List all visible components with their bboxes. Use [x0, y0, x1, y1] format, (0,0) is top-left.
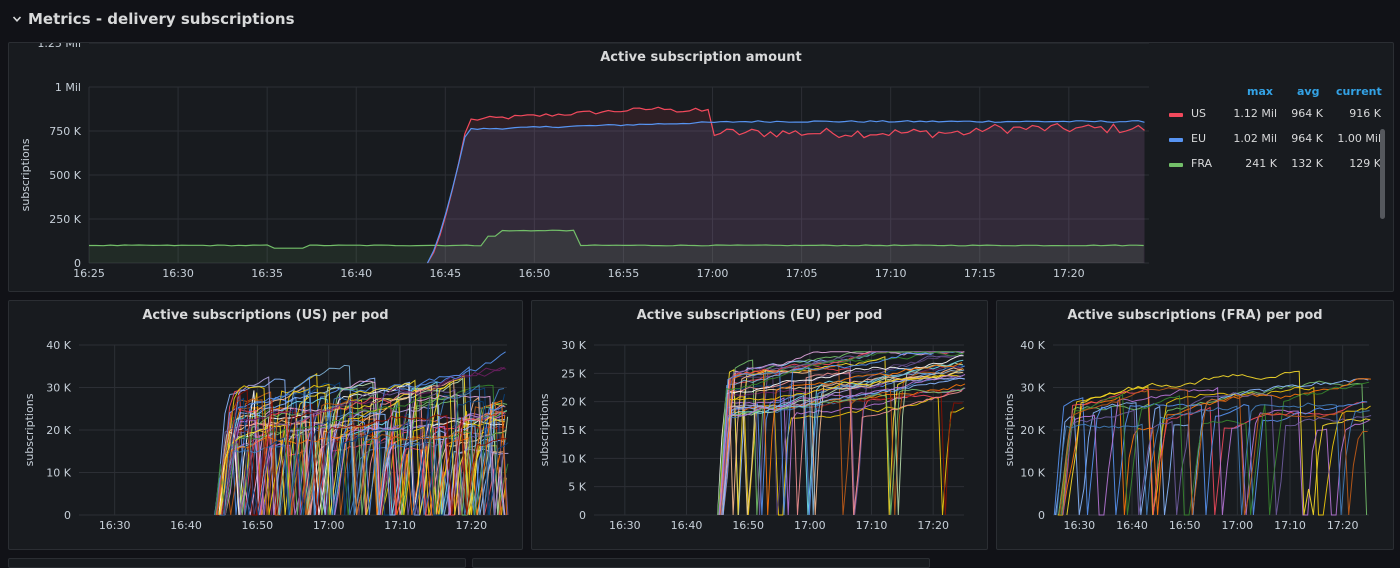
- legend-current: 916 K: [1349, 107, 1381, 120]
- legend-name: EU: [1191, 132, 1207, 145]
- panel-eu-per-pod[interactable]: Active subscriptions (EU) per pod 30 K 25…: [531, 300, 988, 550]
- legend-color-fra: [1169, 163, 1183, 167]
- legend-avg: 964 K: [1291, 107, 1323, 120]
- x-tick-label: 17:00: [697, 267, 729, 280]
- y-tick-label: 5 K: [568, 481, 586, 494]
- panel-active-subscription-amount[interactable]: Active subscription amount 1.25 Mil 1 Mil…: [8, 42, 1394, 292]
- x-tick-label: 16:35: [251, 267, 283, 280]
- eu-pod-graph: 30 K 25 K 20 K 15 K 10 K 5 K 0 16:30 16:40 16:50 1…: [538, 339, 966, 532]
- legend-name: US: [1191, 107, 1207, 120]
- legend-item-us[interactable]: US 1.12 Mil 964 K 916 K: [1169, 107, 1381, 125]
- x-tick-label: 16:45: [429, 267, 461, 280]
- y-tick-label: 40 K: [1020, 339, 1045, 352]
- y-tick-label: 10 K: [46, 467, 71, 480]
- chevron-down-icon: [12, 16, 22, 22]
- legend-current: 129 K: [1349, 157, 1381, 170]
- legend-header-max[interactable]: max: [1247, 85, 1273, 98]
- y-tick-label: 20 K: [1020, 424, 1045, 437]
- legend-max: 1.12 Mil: [1233, 107, 1277, 120]
- row-header[interactable]: Metrics - delivery subscriptions: [12, 8, 295, 30]
- y-tick-label: 750 K: [49, 125, 81, 138]
- panel-stub: [472, 558, 930, 568]
- y-tick-label: 10 K: [1020, 467, 1045, 480]
- x-tick-label: 16:30: [609, 519, 641, 532]
- x-tick-label: 16:55: [608, 267, 640, 280]
- legend-header-avg[interactable]: avg: [1297, 85, 1319, 98]
- y-tick-label: 0: [64, 509, 71, 522]
- x-tick-label: 17:00: [1221, 519, 1253, 532]
- row-title: Metrics - delivery subscriptions: [28, 10, 295, 28]
- x-tick-label: 16:25: [73, 267, 105, 280]
- x-tick-label: 16:30: [1063, 519, 1095, 532]
- legend-color-us: [1169, 113, 1183, 117]
- y-tick-label: 250 K: [49, 213, 81, 226]
- y-tick-label: 0: [1038, 509, 1045, 522]
- x-tick-label: 17:10: [856, 519, 888, 532]
- main-graph: 1.25 Mil1 Mil750 K500 K250 K016:25 16:30 1…: [19, 43, 1149, 280]
- x-tick-label: 16:40: [1116, 519, 1148, 532]
- legend-max: 1.02 Mil: [1233, 132, 1277, 145]
- y-tick-label: 40 K: [46, 339, 71, 352]
- y-tick-label: 20 K: [46, 424, 71, 437]
- x-tick-label: 16:50: [241, 519, 273, 532]
- x-tick-label: 17:00: [313, 519, 345, 532]
- panel-us-per-pod[interactable]: Active subscriptions (US) per pod 40 K 30…: [8, 300, 523, 550]
- x-tick-label: 16:50: [1169, 519, 1201, 532]
- x-tick-label: 16:40: [170, 519, 202, 532]
- fra-pod-graph: 40 K 30 K 20 K 10 K 0 16:30 16:40 16:50 17:00 17:…: [1003, 339, 1372, 532]
- us-pod-graph: 40 K 30 K 20 K 10 K 0 16:30 16:40 16:50 17:00 17:…: [23, 339, 509, 532]
- x-tick-label: 16:40: [671, 519, 703, 532]
- x-tick-label: 17:20: [917, 519, 949, 532]
- y-tick-label: 30 K: [561, 339, 586, 352]
- legend-avg: 964 K: [1291, 132, 1323, 145]
- y-axis-label: subscriptions: [1003, 393, 1016, 466]
- legend-scrollbar[interactable]: [1380, 129, 1385, 219]
- x-tick-label: 17:10: [875, 267, 907, 280]
- legend-current: 1.00 Mil: [1337, 132, 1381, 145]
- y-tick-label: 30 K: [1020, 382, 1045, 395]
- y-tick-label: 20 K: [561, 396, 586, 409]
- y-tick-label: 10 K: [561, 452, 586, 465]
- y-tick-label: 1 Mil: [55, 81, 81, 94]
- panel-stub: [8, 558, 466, 568]
- y-tick-label: 500 K: [49, 169, 81, 182]
- legend-name: FRA: [1191, 157, 1213, 170]
- x-tick-label: 17:20: [1053, 267, 1085, 280]
- y-axis-label: subscriptions: [538, 393, 551, 466]
- x-tick-label: 17:05: [786, 267, 818, 280]
- legend: max avg current US 1.12 Mil 964 K 916 K …: [1169, 85, 1382, 225]
- legend-item-fra[interactable]: FRA 241 K 132 K 129 K: [1169, 157, 1381, 175]
- x-tick-label: 16:50: [732, 519, 764, 532]
- x-tick-label: 17:15: [964, 267, 996, 280]
- x-tick-label: 16:40: [340, 267, 372, 280]
- legend-avg: 132 K: [1291, 157, 1323, 170]
- x-tick-label: 17:20: [455, 519, 487, 532]
- x-tick-label: 17:20: [1327, 519, 1359, 532]
- legend-color-eu: [1169, 138, 1183, 142]
- x-tick-label: 16:50: [519, 267, 551, 280]
- y-axis-label: subscriptions: [19, 138, 32, 211]
- x-tick-label: 17:10: [1274, 519, 1306, 532]
- y-axis-label: subscriptions: [23, 393, 36, 466]
- legend-max: 241 K: [1245, 157, 1277, 170]
- y-tick-label: 30 K: [46, 382, 71, 395]
- y-tick-label: 25 K: [561, 367, 586, 380]
- x-tick-label: 16:30: [99, 519, 131, 532]
- legend-item-eu[interactable]: EU 1.02 Mil 964 K 1.00 Mil: [1169, 132, 1381, 150]
- x-tick-label: 17:10: [384, 519, 416, 532]
- x-tick-label: 16:30: [162, 267, 194, 280]
- x-tick-label: 17:00: [794, 519, 826, 532]
- y-tick-label: 15 K: [561, 424, 586, 437]
- y-tick-label: 1.25 Mil: [37, 43, 81, 50]
- panel-fra-per-pod[interactable]: Active subscriptions (FRA) per pod 40 K3…: [996, 300, 1394, 550]
- pod-series-line: [1056, 402, 1370, 516]
- y-tick-label: 0: [579, 509, 586, 522]
- legend-header-current[interactable]: current: [1336, 85, 1382, 98]
